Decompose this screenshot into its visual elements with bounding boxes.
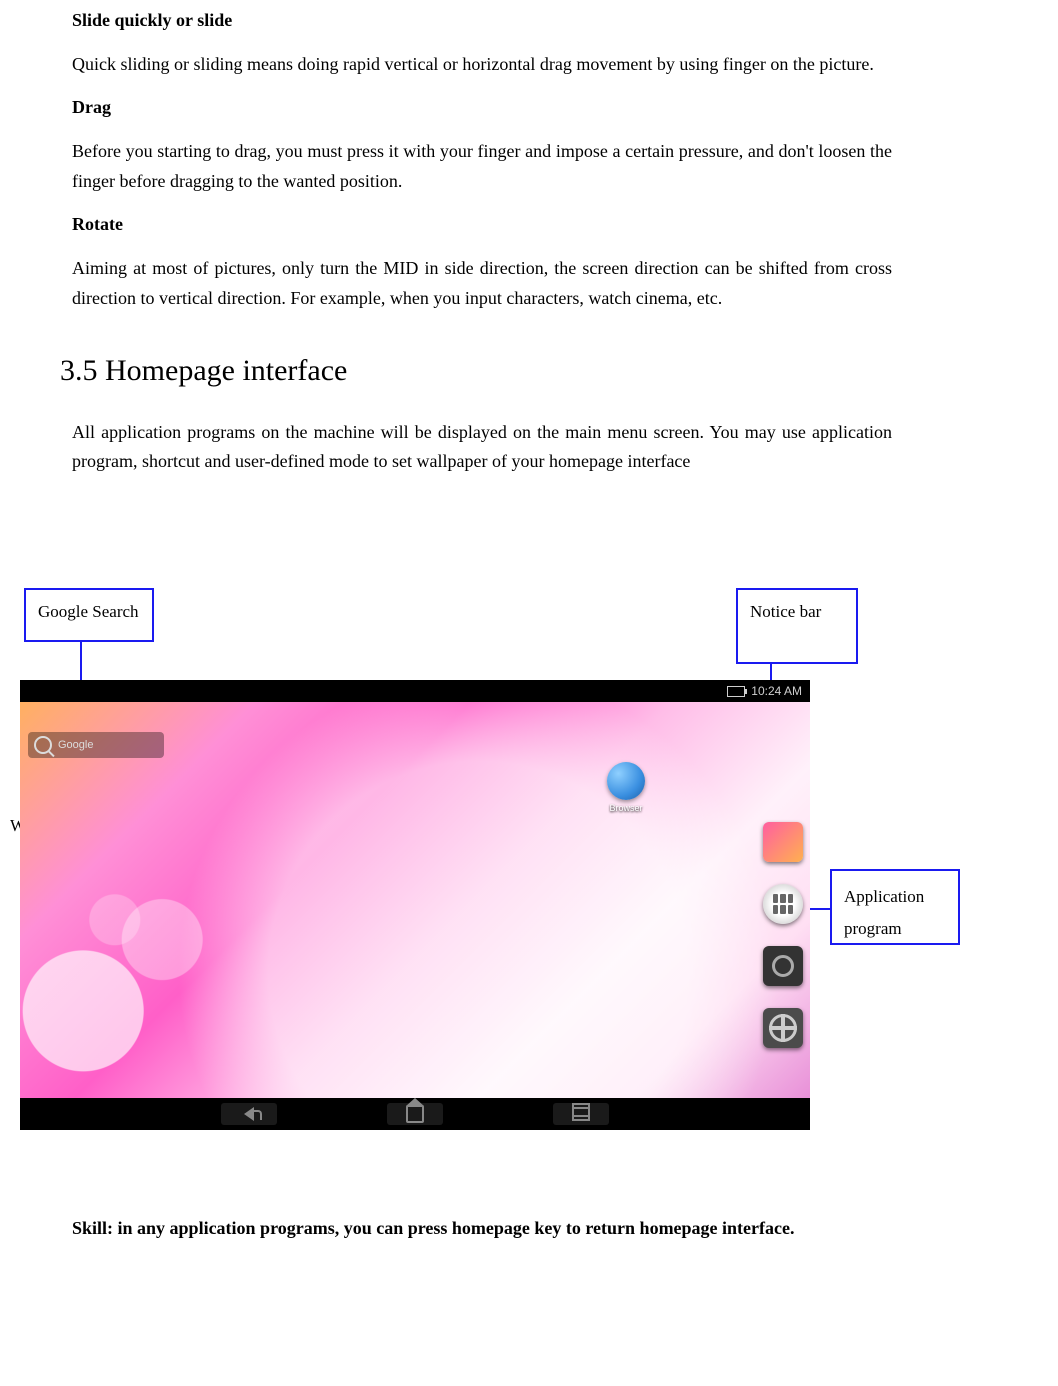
document-page: Slide quickly or slide Quick sliding or … xyxy=(0,0,1058,1386)
drag-body: Before you starting to drag, you must pr… xyxy=(72,137,892,196)
skill-note: Skill: in any application programs, you … xyxy=(72,1214,892,1244)
text-content: Slide quickly or slide Quick sliding or … xyxy=(72,0,892,491)
camera-icon[interactable] xyxy=(763,946,803,986)
battery-icon xyxy=(727,686,745,697)
callout-google-search-label: Google Search xyxy=(38,602,139,621)
wallpaper-area[interactable]: Google Browser xyxy=(20,702,810,1098)
apps-grid-icon xyxy=(773,894,793,914)
home-icon xyxy=(406,1105,424,1123)
callout-application-program-label: Application program xyxy=(844,887,924,938)
search-icon xyxy=(34,736,52,754)
callout-notice-bar: Notice bar xyxy=(736,588,858,664)
status-time: 10:24 AM xyxy=(751,684,802,698)
callout-notice-bar-label: Notice bar xyxy=(750,602,821,621)
slide-heading: Slide quickly or slide xyxy=(72,6,892,36)
settings-icon[interactable] xyxy=(763,1008,803,1048)
right-dock xyxy=(760,822,806,1048)
slide-body: Quick sliding or sliding means doing rap… xyxy=(72,50,892,80)
homepage-screenshot: 10:24 AM Google Browser xyxy=(20,680,810,1130)
homepage-intro: All application programs on the machine … xyxy=(72,418,892,477)
back-button[interactable] xyxy=(221,1103,277,1125)
apps-drawer-icon[interactable] xyxy=(763,884,803,924)
homepage-heading: 3.5 Homepage interface xyxy=(60,354,892,388)
google-search-widget[interactable]: Google xyxy=(28,732,164,758)
callout-application-program: Application program xyxy=(830,869,960,945)
status-bar[interactable]: 10:24 AM xyxy=(20,680,810,702)
gallery-icon[interactable] xyxy=(763,822,803,862)
navigation-bar xyxy=(20,1098,810,1130)
skill-note-container: Skill: in any application programs, you … xyxy=(72,1208,892,1258)
recent-button[interactable] xyxy=(553,1103,609,1125)
rotate-body: Aiming at most of pictures, only turn th… xyxy=(72,254,892,313)
google-search-label: Google xyxy=(58,739,93,751)
back-icon xyxy=(244,1107,254,1121)
drag-heading: Drag xyxy=(72,93,892,123)
rotate-heading: Rotate xyxy=(72,210,892,240)
home-button[interactable] xyxy=(387,1103,443,1125)
browser-label: Browser xyxy=(609,803,642,813)
lens-icon xyxy=(772,955,794,977)
browser-app-icon[interactable]: Browser xyxy=(600,762,652,814)
callout-google-search: Google Search xyxy=(24,588,154,642)
globe-icon xyxy=(607,762,645,800)
recent-icon xyxy=(572,1107,590,1121)
gear-icon xyxy=(769,1014,797,1042)
